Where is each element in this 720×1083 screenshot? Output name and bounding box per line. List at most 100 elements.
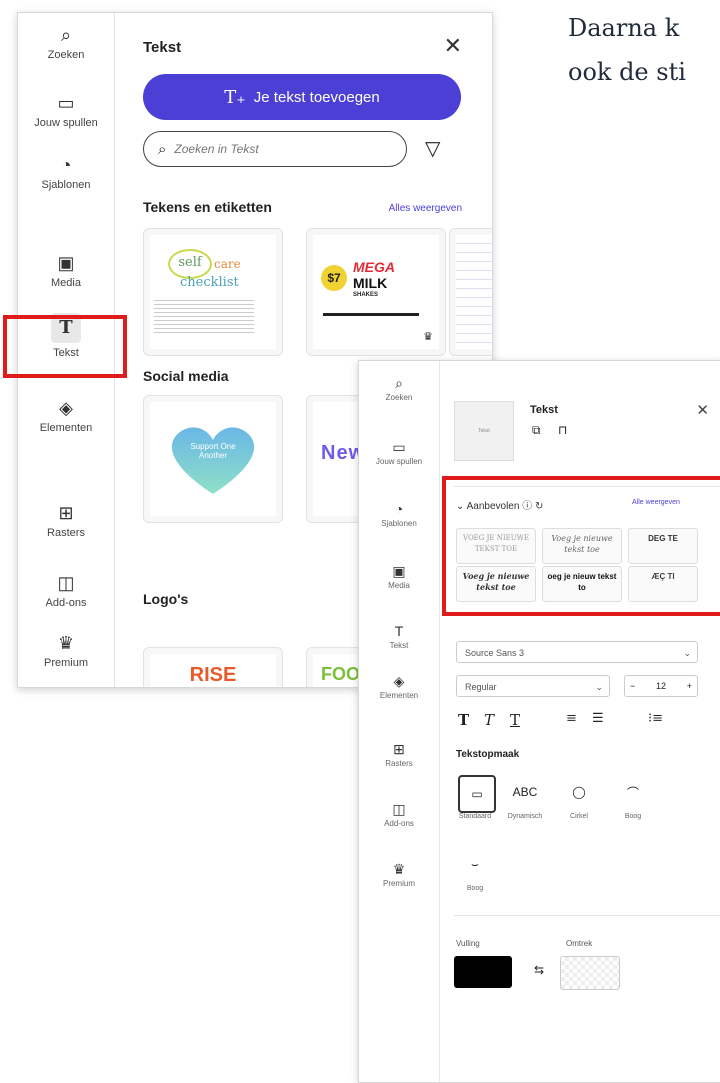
fill-color-swatch[interactable] xyxy=(454,956,512,988)
filter-icon[interactable]: ▽ xyxy=(425,136,440,161)
card-preview: $7 MEGA MILK SHAKES ♛ xyxy=(313,235,439,349)
add-text-button[interactable]: T₊ Je tekst toevoegen xyxy=(143,74,461,120)
template-card-heart[interactable]: Support One Another xyxy=(143,395,283,523)
premium-icon: ♛ xyxy=(57,633,75,653)
stroke-label: Omtrek xyxy=(566,939,593,948)
card-text: SHAKES xyxy=(353,292,379,298)
rail-item-templates[interactable]: ◔ Sjablonen xyxy=(359,501,439,528)
rail-label: Rasters xyxy=(47,527,85,539)
rail-label: Elementen xyxy=(39,422,93,434)
premium-icon: ♛ xyxy=(392,861,406,877)
template-card-selfcare[interactable]: self care checklist xyxy=(143,228,283,356)
rail-item-your-stuff[interactable]: ▭ Jouw spullen xyxy=(18,93,114,129)
shape-arc-icon[interactable]: ⌒ xyxy=(616,775,650,809)
side-rail-small: ⌕ Zoeken ▭ Jouw spullen ◔ Sjablonen ▣ Media … xyxy=(359,361,440,1082)
rail-item-add-ons[interactable]: ◫ Add-ons xyxy=(18,573,114,609)
view-all-link[interactable]: Alles weergeven xyxy=(389,203,462,214)
card-text: care xyxy=(214,257,241,271)
shape-label: Boog xyxy=(624,813,642,820)
rail-item-elements[interactable]: ◈ Elementen xyxy=(18,398,114,434)
minus-icon[interactable]: − xyxy=(630,681,635,691)
highlight-box-recommended xyxy=(442,476,720,616)
shape-label: Dynamisch xyxy=(507,813,543,820)
add-ons-icon: ◫ xyxy=(392,801,406,817)
rail-item-templates[interactable]: ◔ Sjablonen xyxy=(18,155,114,191)
rail-label: Add-ons xyxy=(384,819,414,828)
rail-item-search[interactable]: ⌕ Zoeken xyxy=(359,375,439,402)
chevron-down-icon: ⌄ xyxy=(683,648,691,658)
template-card-milkshake[interactable]: $7 MEGA MILK SHAKES ♛ xyxy=(306,228,446,356)
shape-label: Boog xyxy=(466,885,484,892)
rail-label: Elementen xyxy=(379,691,419,700)
rail-label: Media xyxy=(51,277,81,289)
font-value: Source Sans 3 xyxy=(465,648,525,658)
panel-title: Tekst xyxy=(530,404,558,416)
lock-icon[interactable]: ⊓ xyxy=(558,423,567,437)
rail-item-search[interactable]: ⌕ Zoeken xyxy=(18,25,114,61)
rail-item-premium[interactable]: ♛ Premium xyxy=(359,861,439,888)
media-icon: ▣ xyxy=(392,563,406,579)
template-card-partial[interactable] xyxy=(449,228,492,356)
rail-item-elements[interactable]: ◈ Elementen xyxy=(359,673,439,700)
shape-standard-icon[interactable]: ▭ xyxy=(458,775,496,813)
search-icon: ⌕ xyxy=(60,25,72,45)
rail-item-grids[interactable]: ⊞ Rasters xyxy=(18,503,114,539)
spacing-icon[interactable]: ⁝≡ xyxy=(648,711,663,726)
bold-icon[interactable]: T xyxy=(458,711,469,729)
shape-label: Standaard xyxy=(458,813,492,820)
search-placeholder: Zoeken in Tekst xyxy=(174,142,259,156)
rail-item-media[interactable]: ▣ Media xyxy=(18,253,114,289)
rail-label: Tekst xyxy=(389,641,409,650)
add-text-icon: T₊ xyxy=(224,86,246,108)
card-preview: self care checklist xyxy=(150,235,276,349)
rail-item-add-ons[interactable]: ◫ Add-ons xyxy=(359,801,439,828)
rail-label: Premium xyxy=(43,657,88,669)
heading-line-1: Daarna k xyxy=(568,14,680,42)
text-thumbnail: Tekst xyxy=(454,401,514,461)
highlight-box-text xyxy=(3,315,127,378)
font-size-stepper[interactable]: − 12 + xyxy=(624,675,698,697)
properties-content: Tekst Tekst ⧉ ⊓ ✕ ⌄ Aanbevolen ⓘ ↻ Alle … xyxy=(440,361,720,1082)
rail-label: Add-ons xyxy=(45,597,87,609)
search-icon: ⌕ xyxy=(395,375,403,391)
rail-label: Zoeken xyxy=(47,49,85,61)
add-text-label: Je tekst toevoegen xyxy=(253,88,380,106)
list-icon[interactable]: ☰ xyxy=(592,711,604,726)
elements-icon: ◈ xyxy=(59,398,73,418)
panel-title: Tekst xyxy=(143,39,182,56)
swap-icon[interactable]: ⇆ xyxy=(534,963,544,977)
stroke-color-swatch[interactable] xyxy=(560,956,620,990)
shape-arc-down-icon[interactable]: ⌣ xyxy=(458,847,492,881)
media-icon: ▣ xyxy=(57,253,75,273)
template-card-rise[interactable]: RISE xyxy=(143,647,283,687)
rail-item-media[interactable]: ▣ Media xyxy=(359,563,439,590)
grids-icon: ⊞ xyxy=(393,741,405,757)
rail-item-grids[interactable]: ⊞ Rasters xyxy=(359,741,439,768)
rail-item-text[interactable]: T Tekst xyxy=(359,623,439,650)
search-input[interactable]: ⌕ Zoeken in Tekst xyxy=(143,131,407,167)
rail-item-your-stuff[interactable]: ▭ Jouw spullen xyxy=(359,439,439,466)
plus-icon[interactable]: + xyxy=(687,681,692,691)
chevron-down-icon: ⌄ xyxy=(595,682,603,692)
font-weight-select[interactable]: Regular ⌄ xyxy=(456,675,610,697)
rail-label: Jouw spullen xyxy=(375,457,423,466)
elements-icon: ◈ xyxy=(393,673,405,689)
font-family-select[interactable]: Source Sans 3 ⌄ xyxy=(456,641,698,663)
duplicate-icon[interactable]: ⧉ xyxy=(532,423,541,438)
italic-icon[interactable]: T xyxy=(484,711,494,729)
shape-circle-icon[interactable]: ◯ xyxy=(562,775,596,809)
heading-line-2: ook de sti xyxy=(568,58,686,86)
card-preview: Support One Another xyxy=(150,402,276,516)
rail-item-premium[interactable]: ♛ Premium xyxy=(18,633,114,669)
card-lines xyxy=(154,297,254,333)
shape-dynamic-icon[interactable]: ABC xyxy=(508,775,542,809)
rail-label: Sjablonen xyxy=(381,519,417,528)
add-ons-icon: ◫ xyxy=(57,573,75,593)
align-icon[interactable]: ≡ xyxy=(566,711,577,726)
card-text: MILK xyxy=(353,275,388,291)
text-icon: T xyxy=(394,623,404,639)
underline-icon[interactable]: T xyxy=(510,711,520,729)
close-icon[interactable]: ✕ xyxy=(444,33,462,59)
card-text: MEGA xyxy=(353,259,395,275)
close-icon[interactable]: ✕ xyxy=(696,401,709,419)
